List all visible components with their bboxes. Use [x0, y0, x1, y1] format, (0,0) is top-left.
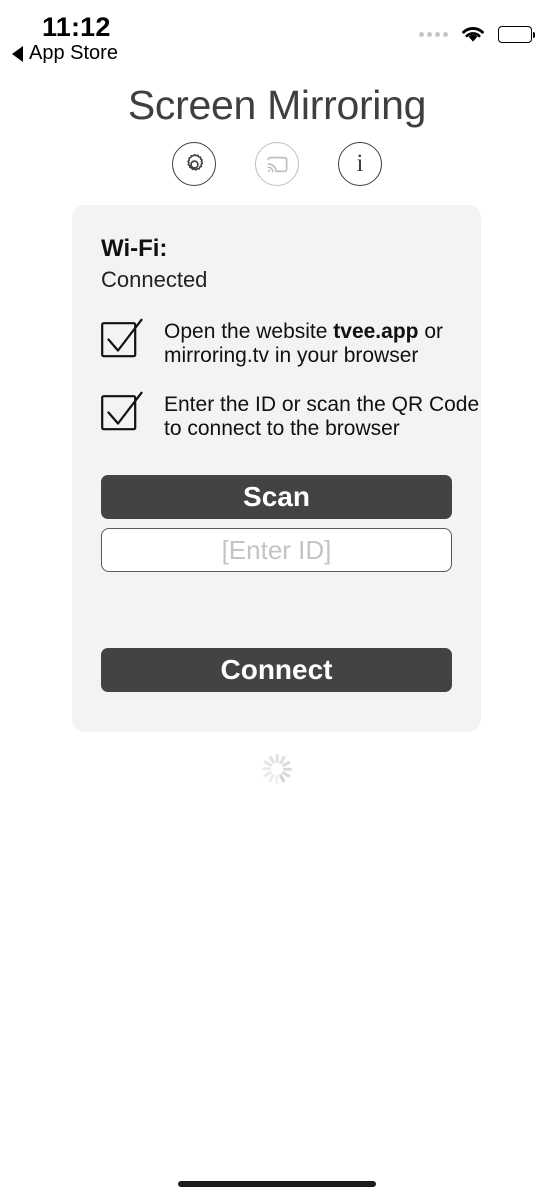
cast-button[interactable]	[255, 142, 299, 186]
loading-spinner-icon	[260, 752, 294, 786]
instruction-step-2: Enter the ID or scan the QR Code to conn…	[101, 391, 481, 441]
cast-screen-icon	[267, 156, 287, 172]
home-indicator	[178, 1181, 376, 1187]
id-input[interactable]	[101, 528, 452, 572]
wifi-status-value: Connected	[101, 267, 208, 292]
back-to-app-store-link[interactable]: App Store	[12, 42, 118, 65]
instruction-step-1-text: Open the website tvee.app or mirroring.t…	[164, 318, 481, 368]
status-bar: 11:12 App Store	[0, 0, 554, 68]
checkbox-checked-icon	[101, 318, 143, 358]
back-link-label: App Store	[29, 42, 118, 64]
connect-button[interactable]: Connect	[101, 648, 452, 692]
step1-text-before: Open the website	[164, 320, 334, 343]
app-screen: 11:12 App Store Screen Mirroring i Wi-Fi…	[0, 0, 554, 1201]
header-action-row: i	[0, 142, 554, 186]
gear-icon	[186, 153, 203, 171]
mirroring-card: Wi-Fi: Connected Open the website tvee.a…	[72, 205, 481, 732]
battery-icon	[498, 25, 535, 43]
step1-text-bold: tvee.app	[333, 320, 419, 343]
settings-button[interactable]	[172, 142, 216, 186]
instruction-step-1: Open the website tvee.app or mirroring.t…	[101, 318, 481, 368]
status-time: 11:12	[42, 12, 111, 42]
triangle-left-icon	[12, 45, 23, 62]
signal-dots-icon	[419, 31, 448, 37]
scan-button[interactable]: Scan	[101, 475, 452, 519]
wifi-label: Wi-Fi:	[101, 235, 168, 262]
wifi-icon	[462, 27, 484, 42]
info-button[interactable]: i	[338, 142, 382, 186]
instruction-step-2-text: Enter the ID or scan the QR Code to conn…	[164, 393, 480, 440]
info-icon: i	[356, 150, 364, 177]
checkbox-checked-icon	[101, 391, 143, 431]
status-indicators	[419, 24, 535, 44]
page-title: Screen Mirroring	[127, 82, 427, 128]
